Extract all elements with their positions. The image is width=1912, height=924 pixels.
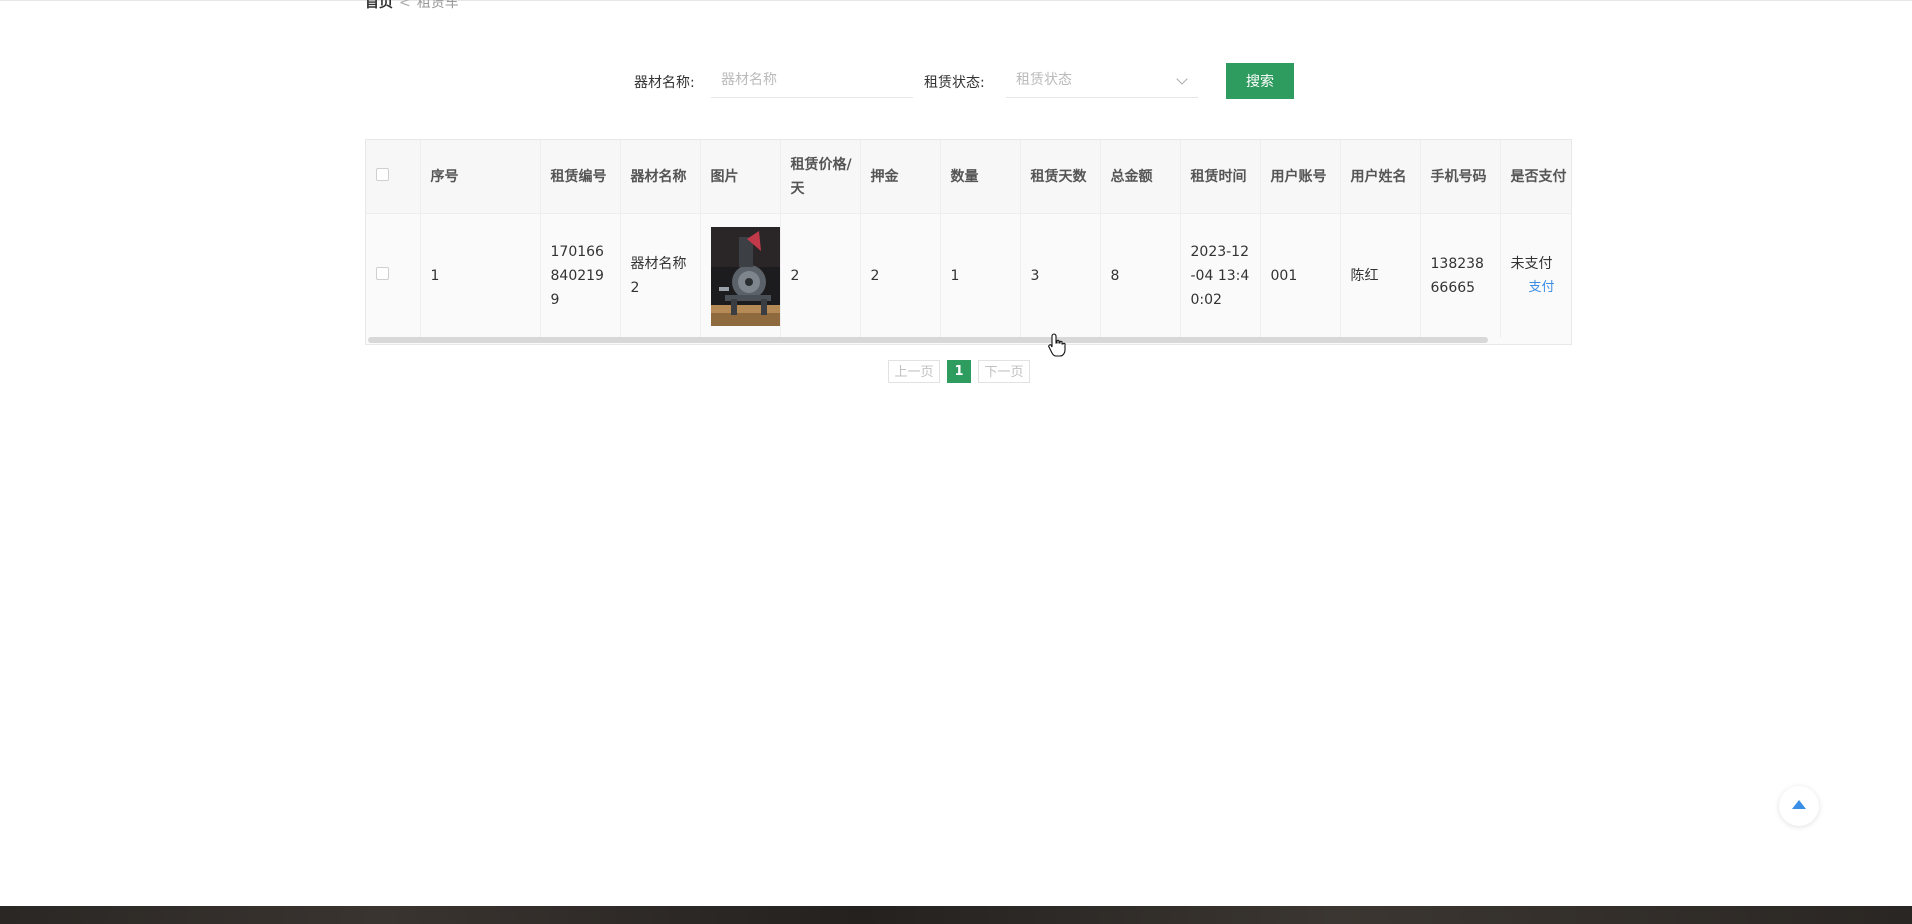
breadcrumb-separator: < — [399, 0, 411, 11]
row-checkbox[interactable] — [376, 267, 389, 280]
search-button[interactable]: 搜索 — [1226, 63, 1294, 99]
hand-cursor-icon — [1048, 333, 1066, 357]
cell-price-per-day: 2 — [780, 213, 861, 338]
pay-status-text: 未支付 — [1510, 256, 1553, 272]
col-header-price-per-day: 租赁价格/天 — [780, 140, 861, 214]
horizontal-scrollbar[interactable] — [368, 337, 1488, 343]
prev-page-button[interactable]: 上一页 — [888, 360, 940, 383]
col-header-index: 序号 — [420, 140, 541, 214]
cell-pay-status: 未支付 支付 — [1500, 213, 1572, 338]
col-header-days: 租赁天数 — [1020, 140, 1101, 214]
pay-link[interactable]: 支付 — [1511, 276, 1572, 300]
rental-status-select[interactable]: 租赁状态 — [1006, 62, 1198, 98]
equipment-name-input[interactable] — [711, 62, 913, 98]
col-header-rental-no: 租赁编号 — [540, 140, 621, 214]
chevron-up-icon — [1792, 800, 1806, 809]
equipment-image[interactable] — [710, 226, 780, 326]
col-header-equipment-name: 器材名称 — [620, 140, 701, 214]
cell-image — [700, 213, 781, 338]
top-divider — [0, 0, 1912, 1]
breadcrumb-current: 租赁车 — [416, 0, 459, 11]
back-to-top-button[interactable] — [1779, 786, 1819, 826]
select-all-cell — [366, 140, 421, 214]
col-header-pay-status: 是否支付 — [1500, 140, 1571, 214]
cell-user-name: 陈红 — [1340, 213, 1421, 338]
chevron-down-icon — [1176, 73, 1188, 85]
cell-equipment-name: 器材名称2 — [620, 213, 701, 338]
col-header-total: 总金额 — [1100, 140, 1181, 214]
cell-index: 1 — [420, 213, 541, 338]
rental-status-label: 租赁状态: — [924, 75, 985, 91]
table-header-row: 序号 租赁编号 器材名称 图片 租赁价格/天 押金 数量 租赁天数 总金额 租赁… — [366, 140, 1571, 214]
breadcrumb: 首页 < 租赁车 — [365, 0, 459, 12]
col-header-rental-time: 租赁时间 — [1180, 140, 1261, 214]
footer-background — [0, 906, 1912, 924]
cell-deposit: 2 — [860, 213, 941, 338]
select-all-checkbox[interactable] — [376, 167, 389, 181]
cell-quantity: 1 — [940, 213, 1021, 338]
col-header-image: 图片 — [700, 140, 781, 214]
col-header-user-name: 用户姓名 — [1340, 140, 1421, 214]
cell-total: 8 — [1100, 213, 1181, 338]
next-page-button[interactable]: 下一页 — [978, 360, 1030, 383]
cell-account: 001 — [1260, 213, 1341, 338]
row-select-cell — [366, 213, 421, 338]
cell-rental-time: 2023-12-04 13:40:02 — [1180, 213, 1261, 338]
equipment-name-label: 器材名称: — [634, 75, 695, 91]
col-header-deposit: 押金 — [860, 140, 941, 214]
breadcrumb-home[interactable]: 首页 — [365, 0, 393, 11]
rental-status-placeholder: 租赁状态 — [1016, 72, 1072, 88]
cell-rental-no: 1701668402199 — [540, 213, 621, 338]
col-header-quantity: 数量 — [940, 140, 1021, 214]
rental-table: 序号 租赁编号 器材名称 图片 租赁价格/天 押金 数量 租赁天数 总金额 租赁… — [365, 139, 1572, 345]
col-header-phone: 手机号码 — [1420, 140, 1501, 214]
cell-days: 3 — [1020, 213, 1101, 338]
page-number-current[interactable]: 1 — [947, 360, 971, 383]
cell-phone: 13823866665 — [1420, 213, 1501, 338]
table-row: 1 1701668402199 器材名称2 2 2 1 3 8 2023-12-… — [366, 213, 1572, 338]
col-header-account: 用户账号 — [1260, 140, 1341, 214]
